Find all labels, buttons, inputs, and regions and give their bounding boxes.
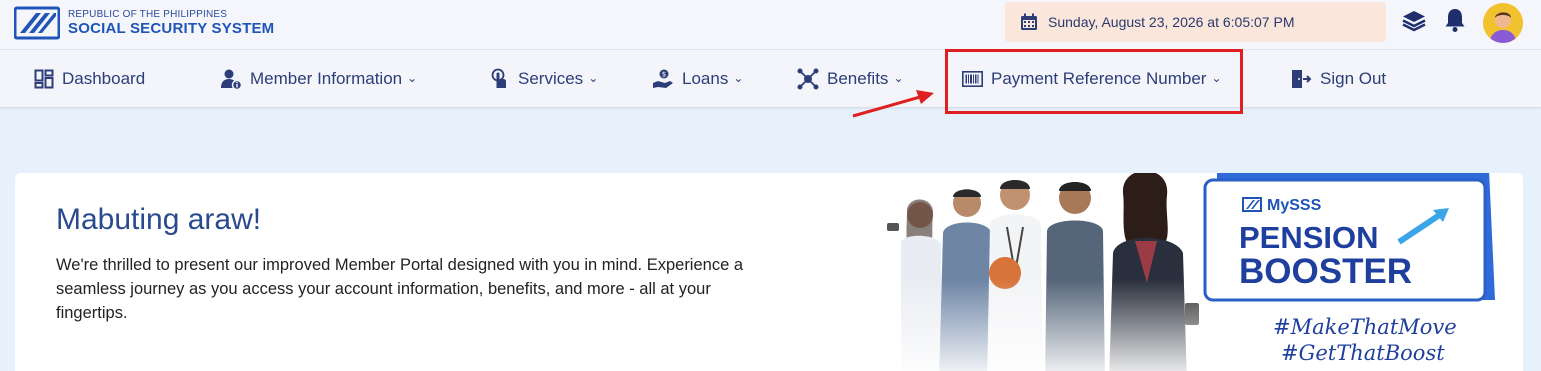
layers-icon[interactable]	[1401, 8, 1427, 34]
top-header: REPUBLIC OF THE PHILIPPINES SOCIAL SECUR…	[0, 0, 1541, 50]
nav-dashboard[interactable]: Dashboard	[34, 50, 145, 108]
nav-label: Member Information	[250, 69, 403, 88]
nav-label: Dashboard	[62, 69, 146, 88]
welcome-title: Mabuting araw!	[56, 203, 262, 236]
chevron-down-icon: ⌄	[893, 71, 904, 85]
user-info-icon	[221, 69, 242, 90]
calendar-icon	[1021, 13, 1037, 30]
nav-loans[interactable]: $ Loans ⌄	[652, 50, 743, 108]
welcome-message: We're thrilled to present our improved M…	[56, 256, 744, 322]
nav-label: Services	[518, 69, 584, 88]
hand-money-icon: $	[653, 69, 673, 88]
sign-out-icon	[1292, 70, 1312, 88]
people-illustration-icon	[865, 173, 1225, 371]
chevron-down-icon: ⌄	[588, 71, 599, 85]
org-title: SOCIAL SECURITY SYSTEM	[68, 19, 275, 37]
network-icon	[797, 68, 819, 90]
bell-icon[interactable]	[1444, 7, 1466, 33]
nav-member-information[interactable]: Member Information ⌄	[220, 50, 417, 108]
tap-icon	[491, 68, 506, 88]
dashboard-icon	[34, 69, 54, 89]
promo-hashtag-2: #GetThatBoost	[1281, 341, 1445, 365]
promo-line1: PENSION	[1239, 220, 1379, 255]
welcome-card: Mabuting araw! We're thrilled to present…	[15, 173, 1523, 371]
org-subtitle: REPUBLIC OF THE PHILIPPINES	[68, 8, 228, 20]
main-navigation: Dashboard Member Information ⌄ Services …	[0, 50, 1541, 108]
datetime-text: Sunday, August 23, 2026 at 6:05:07 PM	[1048, 14, 1295, 30]
chevron-down-icon: ⌄	[733, 71, 744, 85]
chevron-down-icon: ⌄	[407, 71, 418, 85]
promo-line2: BOOSTER	[1239, 252, 1412, 291]
highlight-box	[945, 49, 1243, 114]
nav-services[interactable]: Services ⌄	[490, 50, 598, 108]
nav-sign-out[interactable]: Sign Out	[1290, 50, 1386, 108]
promo-brand: MySSS	[1267, 197, 1322, 214]
pension-booster-promo[interactable]: MySSS PENSION BOOSTER #MakeThatMove #Get…	[1203, 173, 1495, 371]
datetime-display: Sunday, August 23, 2026 at 6:05:07 PM	[1005, 2, 1386, 42]
sss-logo-mark-icon	[14, 6, 60, 40]
avatar[interactable]	[1483, 3, 1523, 43]
sss-logo[interactable]: REPUBLIC OF THE PHILIPPINES SOCIAL SECUR…	[14, 5, 274, 41]
nav-label: Loans	[682, 69, 729, 88]
annotation-arrow-icon	[852, 90, 934, 118]
promo-hashtag-1: #MakeThatMove	[1273, 315, 1457, 339]
svg-text:$: $	[662, 71, 666, 79]
nav-label: Sign Out	[1320, 69, 1387, 88]
